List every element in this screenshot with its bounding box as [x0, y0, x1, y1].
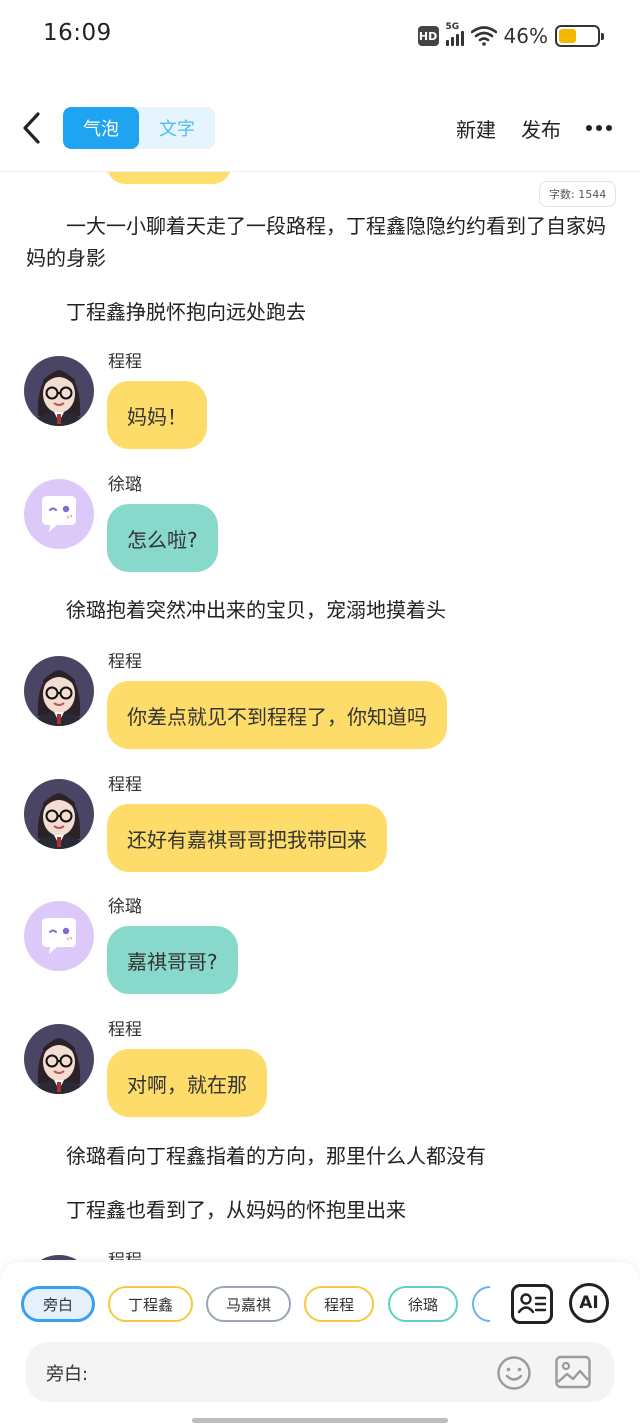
- character-avatar-photo: [24, 1024, 94, 1094]
- speaker-name: 程程: [108, 1020, 142, 1040]
- mode-switch: 气泡 文字: [63, 107, 215, 149]
- avatar[interactable]: [24, 479, 94, 549]
- status-icons: HD 5G 46%: [417, 22, 604, 50]
- avatar[interactable]: [24, 901, 94, 971]
- narration-text[interactable]: 徐璐抱着突然冲出来的宝贝，宠溺地摸着头: [26, 594, 618, 626]
- wifi-icon: [470, 26, 497, 46]
- role-chip-narrator[interactable]: 旁白: [21, 1286, 95, 1322]
- status-time: 16:09: [43, 20, 112, 46]
- chat-bubble[interactable]: 嘉祺哥哥?: [107, 926, 238, 994]
- network-type: 5G: [445, 22, 460, 32]
- speaker-name: 徐璐: [108, 897, 142, 917]
- chat-bubble[interactable]: 你差点就见不到程程了，你知道吗: [107, 681, 447, 749]
- chat-bubble[interactable]: 对啊，就在那: [107, 1049, 267, 1117]
- new-button[interactable]: 新建: [456, 114, 496, 143]
- image-icon[interactable]: [554, 1354, 592, 1390]
- default-chat-avatar-icon: [24, 479, 94, 549]
- status-bar: 16:09 HD 5G 46%: [0, 0, 640, 70]
- character-avatar-photo: [24, 656, 94, 726]
- story-content[interactable]: 字数: 1544 一大一小聊着天走了一段路程，丁程鑫隐隐约约看到了自家妈妈的身影…: [0, 172, 640, 1260]
- avatar[interactable]: [24, 356, 94, 426]
- role-chip[interactable]: 程程: [304, 1286, 374, 1322]
- avatar[interactable]: [24, 779, 94, 849]
- narration-text[interactable]: 徐璐看向丁程鑫指着的方向，那里什么人都没有: [26, 1140, 618, 1172]
- character-avatar-photo: [24, 779, 94, 849]
- avatar[interactable]: [24, 1255, 94, 1260]
- character-avatar-photo: [24, 1255, 94, 1260]
- text-input-field[interactable]: 旁白:: [26, 1342, 614, 1402]
- narration-text[interactable]: 丁程鑫挣脱怀抱向远处跑去: [26, 296, 618, 328]
- battery-level: [559, 29, 577, 43]
- cellular-signal-icon: 5G: [445, 22, 464, 46]
- default-chat-avatar-icon: [24, 901, 94, 971]
- battery-percent: 46%: [503, 24, 548, 48]
- hd-icon: HD: [417, 26, 439, 46]
- character-avatar-photo: [24, 356, 94, 426]
- role-chip[interactable]: 马嘉祺: [206, 1286, 291, 1322]
- avatar[interactable]: [24, 1024, 94, 1094]
- back-icon[interactable]: [18, 108, 48, 148]
- word-count-badge: 字数: 1544: [539, 181, 617, 207]
- role-chip-partial[interactable]: [472, 1286, 490, 1322]
- chat-bubble[interactable]: 还好有嘉祺哥哥把我带回来: [107, 804, 387, 872]
- publish-button[interactable]: 发布: [521, 114, 561, 143]
- speaker-name: 程程: [108, 1246, 142, 1260]
- speaker-name: 程程: [108, 775, 142, 795]
- chat-bubble[interactable]: [107, 172, 231, 184]
- role-chip[interactable]: 丁程鑫: [108, 1286, 193, 1322]
- chat-bubble[interactable]: 妈妈！: [107, 381, 207, 449]
- composer-panel: 旁白 丁程鑫 马嘉祺 程程 徐璐 AI 旁白:: [0, 1262, 640, 1427]
- ai-button[interactable]: AI: [569, 1283, 609, 1323]
- contact-card-icon: [517, 1293, 547, 1314]
- battery-icon: [555, 25, 604, 47]
- role-selector: 旁白 丁程鑫 马嘉祺 程程 徐璐: [0, 1284, 490, 1326]
- narration-text[interactable]: 一大一小聊着天走了一段路程，丁程鑫隐隐约约看到了自家妈妈的身影: [26, 210, 618, 274]
- home-indicator[interactable]: [192, 1418, 448, 1423]
- chat-bubble[interactable]: 怎么啦?: [107, 504, 218, 572]
- speaker-name: 程程: [108, 352, 142, 372]
- role-manage-icon[interactable]: [511, 1284, 553, 1324]
- more-icon[interactable]: [585, 124, 613, 132]
- speaker-name: 徐璐: [108, 475, 142, 495]
- emoji-icon[interactable]: [496, 1355, 532, 1391]
- tab-bubble[interactable]: 气泡: [63, 107, 139, 149]
- narration-text[interactable]: 丁程鑫也看到了，从妈妈的怀抱里出来: [26, 1194, 618, 1226]
- avatar[interactable]: [24, 656, 94, 726]
- speaker-name: 程程: [108, 652, 142, 672]
- role-chip[interactable]: 徐璐: [388, 1286, 458, 1322]
- tab-text[interactable]: 文字: [139, 107, 215, 149]
- top-nav: 气泡 文字 新建 发布: [0, 100, 640, 156]
- input-role-label: 旁白:: [46, 1364, 89, 1385]
